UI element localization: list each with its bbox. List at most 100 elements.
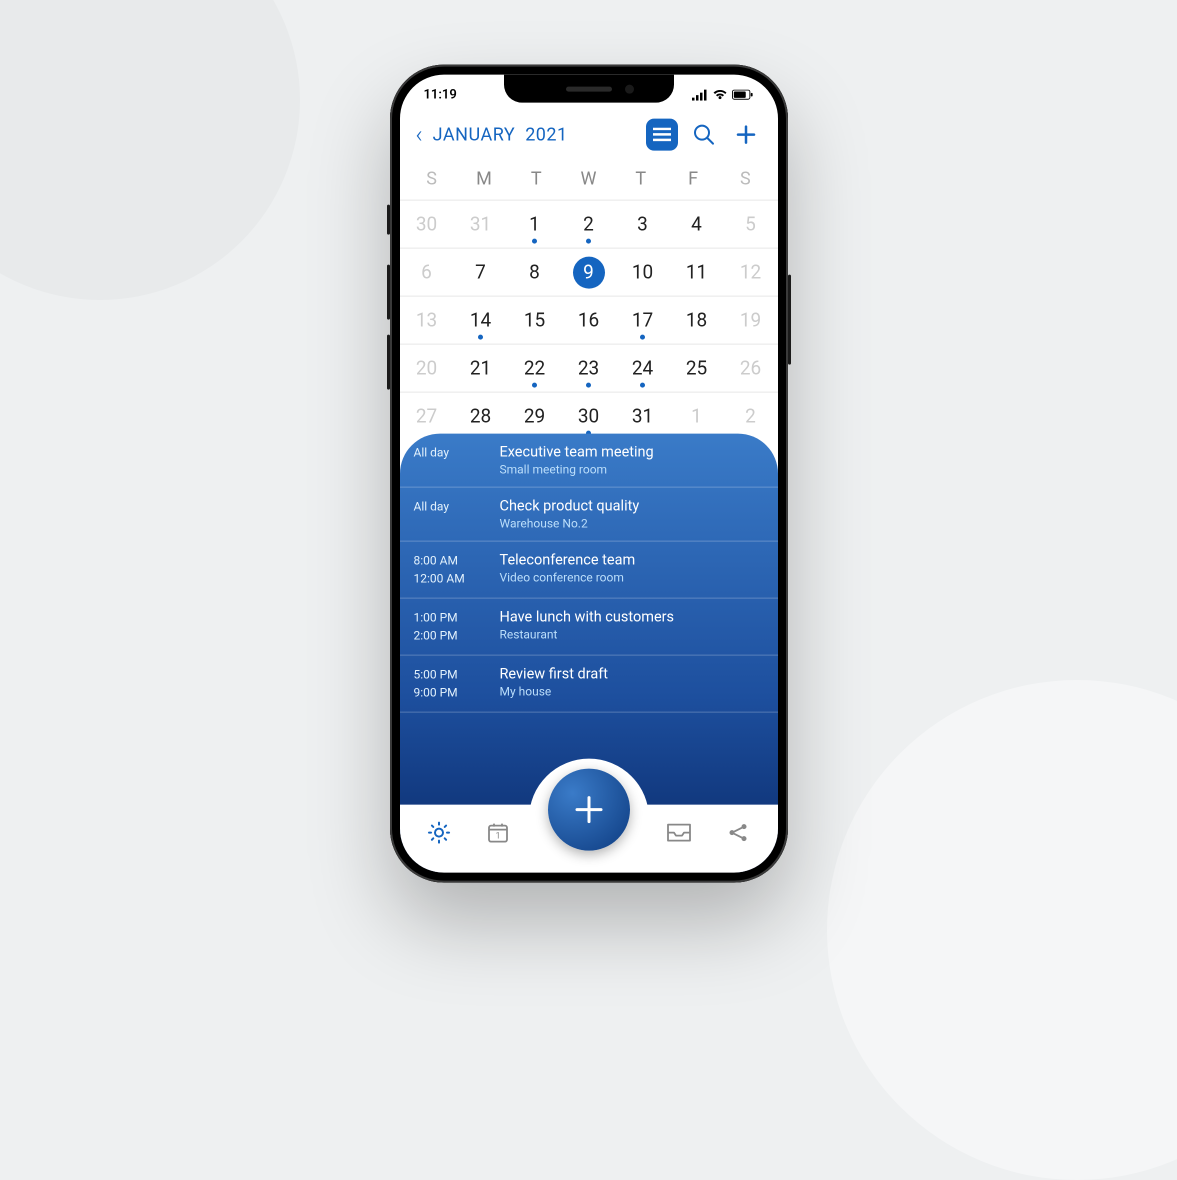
weekday-label: S (719, 169, 771, 190)
back-button[interactable]: ‹ (416, 121, 423, 149)
calendar-day[interactable]: 4 (670, 200, 724, 248)
calendar-day[interactable]: 13 (400, 296, 454, 344)
weekday-label: S (406, 169, 458, 190)
background-decoration (0, 0, 300, 300)
event-item[interactable]: 1:00 PM2:00 PMHave lunch with customersR… (400, 599, 778, 656)
day-number: 12 (740, 261, 761, 284)
day-number: 30 (578, 405, 599, 428)
volume-button (387, 335, 390, 390)
calendar-day[interactable]: 15 (508, 296, 562, 344)
calendar-day[interactable]: 31 (454, 200, 508, 248)
calendar-day[interactable]: 30 (400, 200, 454, 248)
sun-icon (427, 821, 451, 845)
today-button[interactable] (426, 820, 452, 846)
event-location: Video conference room (500, 571, 764, 585)
power-button (788, 275, 791, 365)
day-number: 24 (632, 357, 653, 380)
camera (625, 84, 634, 93)
day-number: 4 (691, 213, 702, 236)
event-location: Small meeting room (500, 463, 764, 477)
list-view-button[interactable] (646, 119, 678, 151)
day-number: 7 (475, 261, 486, 284)
calendar-day[interactable]: 25 (670, 344, 724, 392)
calendar-day[interactable]: 31 (616, 392, 670, 440)
calendar-day[interactable]: 24 (616, 344, 670, 392)
event-indicator (640, 335, 645, 340)
calendar-day[interactable]: 26 (724, 344, 778, 392)
calendar-day[interactable]: 1 (670, 392, 724, 440)
day-number: 31 (632, 405, 653, 428)
calendar-day[interactable]: 22 (508, 344, 562, 392)
event-title: Have lunch with customers (500, 609, 764, 626)
event-title: Review first draft (500, 666, 764, 683)
calendar-day[interactable]: 30 (562, 392, 616, 440)
calendar-icon: 1 (486, 821, 510, 845)
day-number: 23 (578, 357, 599, 380)
day-number: 1 (529, 213, 540, 236)
day-number: 11 (686, 261, 707, 284)
calendar-day[interactable]: 16 (562, 296, 616, 344)
add-event-fab[interactable] (548, 769, 630, 851)
event-item[interactable]: 5:00 PM9:00 PMReview first draftMy house (400, 656, 778, 713)
share-icon (727, 822, 749, 844)
event-item[interactable]: All dayExecutive team meetingSmall meeti… (400, 434, 778, 488)
calendar-day[interactable]: 7 (454, 248, 508, 296)
add-button[interactable] (730, 119, 762, 151)
wifi-icon (712, 89, 728, 101)
calendar-day[interactable]: 19 (724, 296, 778, 344)
day-number: 14 (470, 309, 491, 332)
calendar-day[interactable]: 1 (508, 200, 562, 248)
event-item[interactable]: 8:00 AM12:00 AMTeleconference team Video … (400, 542, 778, 599)
day-number: 21 (470, 357, 491, 380)
inbox-button[interactable] (666, 820, 692, 846)
calendar-day[interactable]: 21 (454, 344, 508, 392)
phone-notch (504, 75, 674, 103)
calendar-day[interactable]: 11 (670, 248, 724, 296)
calendar-day[interactable]: 2 (562, 200, 616, 248)
event-indicator (640, 383, 645, 388)
calendar-day[interactable]: 17 (616, 296, 670, 344)
event-title: Check product quality (500, 498, 764, 515)
event-title: Teleconference team (500, 552, 764, 569)
day-number: 20 (416, 357, 437, 380)
calendar-day[interactable]: 28 (454, 392, 508, 440)
calendar-day[interactable]: 20 (400, 344, 454, 392)
calendar-day[interactable]: 10 (616, 248, 670, 296)
calendar-day[interactable]: 2 (724, 392, 778, 440)
calendar-day[interactable]: 9 (562, 248, 616, 296)
search-button[interactable] (688, 119, 720, 151)
day-number: 26 (740, 357, 761, 380)
weekday-label: M (458, 169, 510, 190)
weekday-row: SMTWTFS (400, 161, 778, 200)
day-number: 9 (573, 256, 605, 288)
calendar-day[interactable]: 8 (508, 248, 562, 296)
inbox-icon (666, 823, 692, 843)
day-number: 13 (416, 309, 437, 332)
event-indicator (532, 239, 537, 244)
calendar-day[interactable]: 12 (724, 248, 778, 296)
calendar-day[interactable]: 6 (400, 248, 454, 296)
plus-icon (736, 125, 756, 145)
weekday-label: T (510, 169, 562, 190)
calendar-day[interactable]: 5 (724, 200, 778, 248)
calendar-day[interactable]: 3 (616, 200, 670, 248)
event-item[interactable]: All dayCheck product qualityWarehouse No… (400, 488, 778, 542)
day-number: 27 (416, 405, 437, 428)
calendar-day[interactable]: 23 (562, 344, 616, 392)
event-location: Restaurant (500, 628, 764, 642)
weekday-label: W (562, 169, 614, 190)
status-time: 11:19 (424, 87, 457, 102)
speaker (566, 86, 612, 91)
day-number: 8 (529, 261, 540, 284)
calendar-grid: 3031123456789101112131415161718192021222… (400, 200, 778, 440)
month-year-label[interactable]: JANUARY 2021 (433, 124, 568, 145)
day-number: 2 (745, 405, 756, 428)
calendar-day[interactable]: 18 (670, 296, 724, 344)
calendar-day[interactable]: 27 (400, 392, 454, 440)
calendar-button[interactable]: 1 (485, 820, 511, 846)
calendar-day[interactable]: 14 (454, 296, 508, 344)
share-button[interactable] (725, 820, 751, 846)
event-time: 8:00 AM12:00 AM (414, 552, 500, 588)
calendar-day[interactable]: 29 (508, 392, 562, 440)
plus-icon (571, 792, 607, 828)
